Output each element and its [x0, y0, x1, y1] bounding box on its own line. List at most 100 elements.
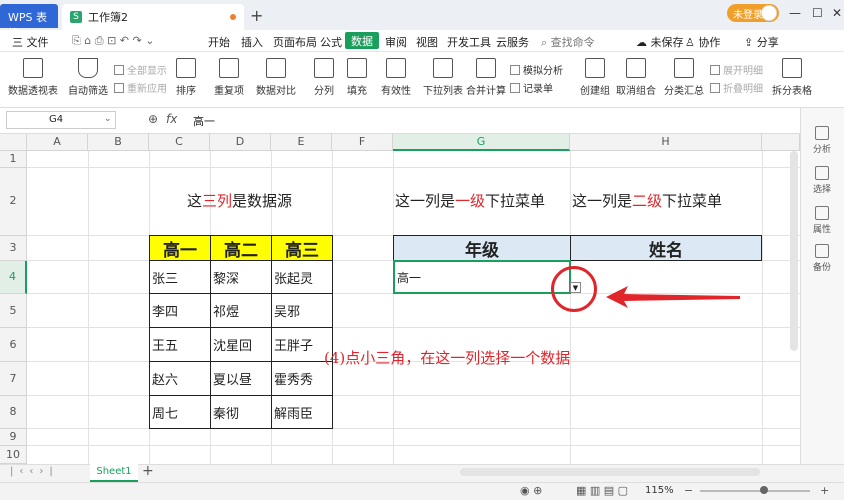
- table-cell[interactable]: 张三: [149, 260, 211, 294]
- create-group-button[interactable]: 创建组: [580, 58, 610, 97]
- search-command[interactable]: ⌕ 查找命令: [541, 34, 595, 50]
- row-header-7[interactable]: 7: [0, 362, 27, 396]
- minimize-icon[interactable]: —: [789, 6, 801, 20]
- collapse-detail-button[interactable]: 折叠明细: [710, 80, 763, 95]
- zoom-in-icon[interactable]: +: [820, 484, 829, 497]
- menu-cloud[interactable]: 云服务: [496, 34, 529, 50]
- horizontal-scrollbar[interactable]: [460, 468, 760, 476]
- row-header-9[interactable]: 9: [0, 429, 27, 446]
- subtotal-button[interactable]: 分类汇总: [664, 58, 704, 97]
- menu-view[interactable]: 视图: [416, 34, 438, 50]
- zoom-level[interactable]: 115%: [645, 485, 674, 496]
- collab-button[interactable]: ♙ 协作: [685, 34, 720, 50]
- col-header-f[interactable]: F: [332, 134, 393, 151]
- file-menu[interactable]: 三 文件: [12, 34, 49, 50]
- side-analysis-button[interactable]: 分析: [800, 126, 844, 155]
- avatar[interactable]: [761, 5, 777, 21]
- ungroup-button[interactable]: 取消组合: [616, 58, 656, 97]
- close-icon[interactable]: ✕: [832, 6, 842, 20]
- table-cell[interactable]: 秦彻: [210, 395, 272, 429]
- row-header-8[interactable]: 8: [0, 396, 27, 429]
- table-cell[interactable]: 周七: [149, 395, 211, 429]
- vertical-scrollbar[interactable]: [790, 151, 798, 351]
- pivot-table-button[interactable]: 数据透视表: [8, 58, 58, 97]
- table-header-cell[interactable]: 高三: [271, 235, 333, 261]
- table-cell[interactable]: 黎深: [210, 260, 272, 294]
- grade-header-cell[interactable]: 年级: [393, 235, 571, 261]
- show-all-button[interactable]: 全部显示: [114, 62, 167, 77]
- side-backup-button[interactable]: 备份: [800, 244, 844, 273]
- table-cell[interactable]: 祁煜: [210, 293, 272, 328]
- data-compare-button[interactable]: 数据对比: [256, 58, 296, 97]
- dropdown-list-button[interactable]: 下拉列表: [423, 58, 463, 97]
- col-header-a[interactable]: A: [27, 134, 88, 151]
- fx-icon[interactable]: fx: [166, 112, 177, 126]
- app-tab[interactable]: WPS 表格: [0, 4, 58, 40]
- new-tab-button[interactable]: +: [250, 6, 263, 25]
- add-sheet-button[interactable]: +: [142, 463, 154, 479]
- menu-developer[interactable]: 开发工具: [447, 34, 491, 50]
- fill-button[interactable]: 填充: [347, 58, 367, 97]
- name-box[interactable]: G4: [6, 111, 116, 129]
- col-header-b[interactable]: B: [88, 134, 149, 151]
- table-header-cell[interactable]: 高一: [149, 235, 211, 261]
- row-header-5[interactable]: 5: [0, 294, 27, 328]
- select-all-corner[interactable]: [0, 134, 27, 151]
- menu-data[interactable]: 数据: [345, 32, 379, 49]
- col-header-d[interactable]: D: [210, 134, 271, 151]
- expand-detail-button[interactable]: 展开明细: [710, 62, 763, 77]
- side-select-button[interactable]: 选择: [800, 166, 844, 195]
- unsaved-status[interactable]: ☁ 未保存: [636, 34, 684, 50]
- col-header-e[interactable]: E: [271, 134, 332, 151]
- view-mode-icons[interactable]: ▦ ▥ ▤ ▢: [576, 484, 628, 497]
- menu-page-layout[interactable]: 页面布局: [273, 34, 317, 50]
- chevron-down-icon[interactable]: ⌄: [104, 114, 112, 124]
- document-tab[interactable]: S 工作簿2: [62, 4, 244, 30]
- merge-calc-button[interactable]: 合并计算: [466, 58, 506, 97]
- table-cell[interactable]: 张起灵: [271, 260, 333, 294]
- zoom-formula-icon[interactable]: ⊕: [148, 112, 158, 126]
- table-cell[interactable]: 沈星回: [210, 327, 272, 362]
- sheet-nav-arrows[interactable]: |‹‹›|: [10, 466, 59, 477]
- col-header-c[interactable]: C: [149, 134, 210, 151]
- row-header-6[interactable]: 6: [0, 328, 27, 362]
- row-header-4[interactable]: 4: [0, 261, 27, 294]
- table-cell[interactable]: 解雨臣: [271, 395, 333, 429]
- sheet-tab-sheet1[interactable]: Sheet1: [90, 464, 138, 482]
- eye-protect-icon[interactable]: ◉ ⊕: [520, 484, 542, 497]
- maximize-icon[interactable]: ☐: [812, 6, 823, 20]
- menu-formula[interactable]: 公式: [320, 34, 342, 50]
- zoom-slider-handle[interactable]: [760, 486, 768, 494]
- quick-access-toolbar[interactable]: ⎘ ⌂ ⎙ ⊡ ↶ ↷ ⌄: [72, 34, 154, 48]
- col-header-h[interactable]: H: [570, 134, 762, 151]
- menu-insert[interactable]: 插入: [241, 34, 263, 50]
- table-cell[interactable]: 吴邪: [271, 293, 333, 328]
- side-properties-button[interactable]: 属性: [800, 206, 844, 235]
- table-cell[interactable]: 赵六: [149, 361, 211, 396]
- reapply-button[interactable]: 重新应用: [114, 80, 167, 95]
- table-header-cell[interactable]: 高二: [210, 235, 272, 261]
- simulate-button[interactable]: 模拟分析: [510, 62, 563, 77]
- menu-start[interactable]: 开始: [208, 34, 230, 50]
- duplicates-button[interactable]: 重复项: [214, 58, 244, 97]
- row-header-10[interactable]: 10: [0, 446, 27, 464]
- table-cell[interactable]: 夏以昼: [210, 361, 272, 396]
- row-header-1[interactable]: 1: [0, 151, 27, 168]
- share-button[interactable]: ⇪ 分享: [744, 34, 779, 50]
- formula-input[interactable]: 高一: [193, 113, 215, 129]
- table-cell[interactable]: 王五: [149, 327, 211, 362]
- menu-review[interactable]: 审阅: [385, 34, 407, 50]
- split-table-button[interactable]: 拆分表格: [772, 58, 812, 97]
- row-header-2[interactable]: 2: [0, 168, 27, 236]
- table-cell[interactable]: 李四: [149, 293, 211, 328]
- col-header-g[interactable]: G: [393, 134, 570, 151]
- name-header-cell[interactable]: 姓名: [570, 235, 762, 261]
- autofilter-button[interactable]: 自动筛选: [68, 58, 108, 97]
- zoom-slider[interactable]: [700, 490, 810, 492]
- row-header-3[interactable]: 3: [0, 236, 27, 261]
- zoom-out-icon[interactable]: −: [684, 484, 693, 497]
- split-column-button[interactable]: 分列: [314, 58, 334, 97]
- sort-button[interactable]: 排序: [176, 58, 196, 97]
- validity-button[interactable]: 有效性: [381, 58, 411, 97]
- record-button[interactable]: 记录单: [510, 80, 553, 95]
